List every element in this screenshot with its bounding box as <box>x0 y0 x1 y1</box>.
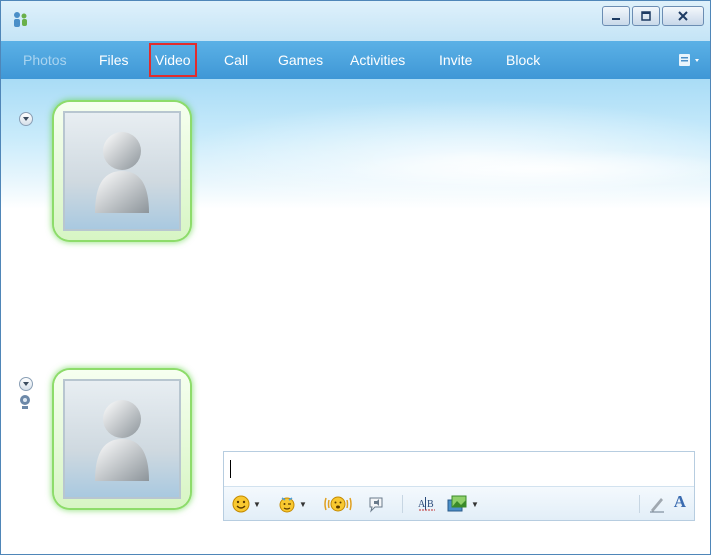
webcam-button[interactable] <box>19 394 31 410</box>
chevron-down-icon <box>23 117 29 121</box>
minimize-button[interactable] <box>602 6 630 26</box>
conversation-window: Photos Files Video Call Games Activities… <box>0 0 711 555</box>
menu-video[interactable]: Video <box>147 41 199 79</box>
menu-files[interactable]: Files <box>99 41 129 79</box>
font-button[interactable]: A <box>674 492 686 512</box>
contact-display-toggle[interactable] <box>19 112 33 126</box>
webcam-icon <box>20 395 30 409</box>
text-caret <box>230 460 231 478</box>
voice-clip-button[interactable] <box>367 494 385 514</box>
my-display-toggle[interactable] <box>19 377 33 391</box>
formatting-toolbar: ▼ ▼ A B ▼ A <box>224 486 694 520</box>
chevron-down-icon: ▼ <box>253 499 261 509</box>
nudge-button[interactable] <box>323 494 353 514</box>
handwriting-icon <box>650 498 664 513</box>
background-button[interactable]: ▼ <box>446 494 479 514</box>
message-compose-panel: ▼ ▼ A B ▼ A <box>223 451 695 521</box>
more-options-button[interactable] <box>678 52 702 71</box>
spell-check-icon: A B <box>418 497 435 511</box>
maximize-button[interactable] <box>632 6 660 26</box>
chevron-down-icon: ▼ <box>299 499 307 509</box>
chevron-down-icon: ▼ <box>471 499 479 509</box>
messenger-app-icon <box>14 12 27 27</box>
emoticon-icon <box>232 495 250 513</box>
close-button[interactable] <box>662 6 704 26</box>
emoticon-button[interactable]: ▼ <box>232 494 261 514</box>
maximize-icon <box>641 11 651 21</box>
menu-block[interactable]: Block <box>506 41 540 79</box>
window-controls <box>602 6 704 26</box>
svg-text:A: A <box>418 499 426 510</box>
my-avatar[interactable] <box>54 370 190 508</box>
menu-bar: Photos Files Video Call Games Activities… <box>1 41 710 79</box>
wink-button[interactable]: ▼ <box>278 494 307 514</box>
default-user-icon <box>95 400 149 481</box>
menu-activities[interactable]: Activities <box>350 41 405 79</box>
default-user-icon <box>95 132 149 213</box>
chevron-down-icon <box>23 382 29 386</box>
spell-check-button[interactable]: A B <box>417 494 437 514</box>
contact-avatar[interactable] <box>54 102 190 240</box>
wink-icon <box>279 497 295 513</box>
svg-text:B: B <box>427 499 434 510</box>
menu-invite[interactable]: Invite <box>439 41 472 79</box>
handwriting-button[interactable] <box>648 494 666 514</box>
nudge-icon <box>324 496 352 512</box>
menu-games[interactable]: Games <box>278 41 323 79</box>
background-icon <box>447 495 467 512</box>
menu-photos[interactable]: Photos <box>23 41 67 79</box>
menu-call[interactable]: Call <box>224 41 248 79</box>
minimize-icon <box>612 18 620 20</box>
message-input[interactable] <box>224 452 694 486</box>
voice-clip-icon <box>369 497 383 513</box>
menu-options-icon <box>679 54 699 66</box>
title-bar[interactable] <box>1 1 710 41</box>
close-icon <box>678 11 688 21</box>
